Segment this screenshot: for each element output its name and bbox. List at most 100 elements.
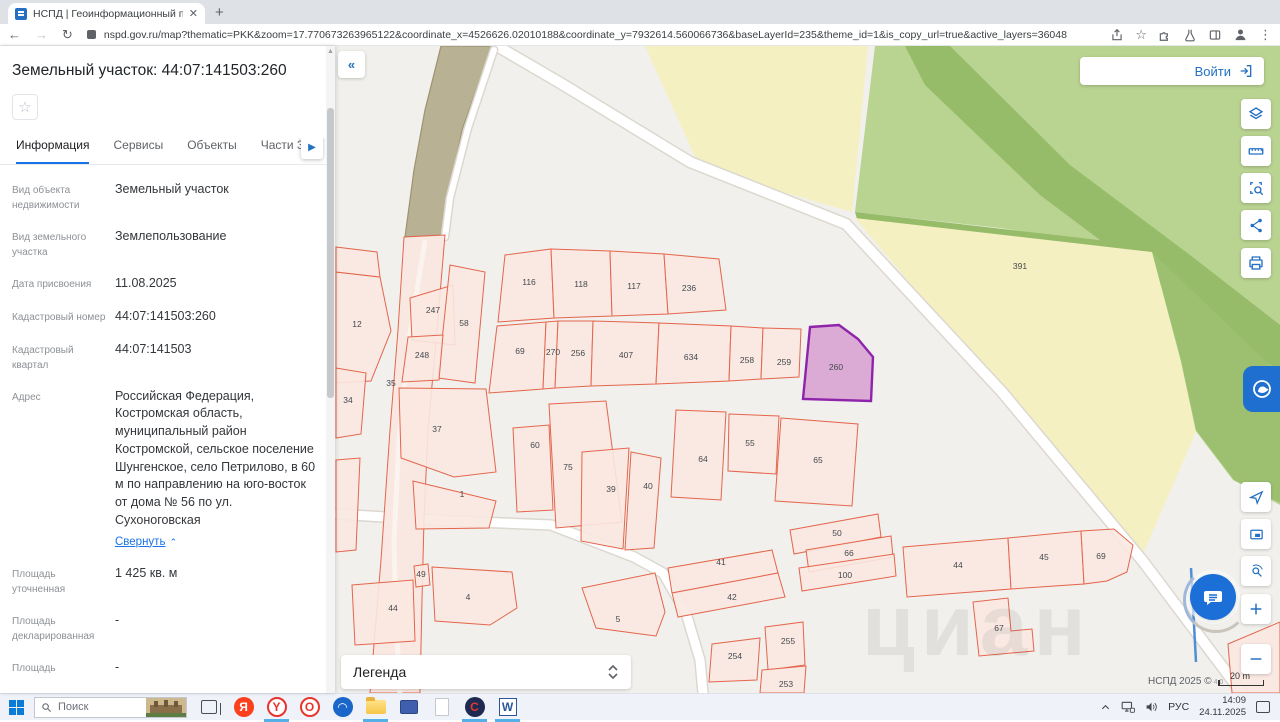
taskbar-app-document[interactable] — [431, 697, 452, 718]
parcel-label: 42 — [727, 592, 737, 602]
parcel[interactable] — [431, 566, 518, 626]
start-button[interactable] — [9, 699, 24, 715]
tab-close-icon[interactable]: ✕ — [189, 7, 198, 20]
legend-bar[interactable]: Легенда — [341, 655, 631, 689]
field-row: Площадь - — [12, 659, 321, 677]
field-row: Кадастровый номер 44:07:141503:260 — [12, 308, 321, 326]
parcel[interactable] — [764, 621, 806, 671]
measure-button[interactable] — [1241, 136, 1271, 166]
taskbar-app-opera[interactable]: O — [299, 697, 320, 718]
reload-icon[interactable]: ↻ — [62, 27, 73, 43]
site-security-icon[interactable] — [86, 30, 96, 39]
new-tab-button[interactable]: + — [215, 4, 224, 21]
taskbar-app-yandex-browser[interactable]: Y — [264, 697, 289, 722]
bookmark-star-icon[interactable]: ☆ — [1135, 27, 1147, 43]
parcel[interactable] — [512, 424, 554, 513]
taskbar-clock[interactable]: 14:09 24.11.2025 — [1199, 695, 1246, 719]
login-arrow-icon — [1240, 65, 1252, 77]
field-label: Площадь — [12, 663, 56, 675]
chat-assistant-button[interactable] — [1183, 567, 1249, 633]
parcel[interactable] — [728, 325, 764, 382]
collapse-panel-button[interactable]: « — [338, 51, 365, 78]
page-title: Земельный участок: 44:07:141503:260 — [12, 62, 287, 79]
share-icon[interactable] — [1110, 28, 1124, 42]
split-window-icon[interactable] — [1208, 28, 1222, 42]
map-canvas[interactable]: циан 116 118 117 236 69 270 256 407 634 258 259 260 1… — [335, 46, 1280, 693]
search-widget-image[interactable] — [146, 697, 186, 717]
scrollbar-up-icon[interactable]: ▲ — [327, 48, 334, 55]
parcel-label: 34 — [343, 395, 353, 405]
tab-2[interactable]: Сервисы — [113, 138, 163, 164]
field-label: Вид земельного участка — [12, 232, 87, 258]
field-label: Статус — [12, 692, 109, 693]
taskbar-app-word[interactable]: W — [495, 697, 520, 722]
browser-navbar: ← → ↻ nspd.gov.ru/map?thematic=PKK&zoom=… — [0, 24, 1280, 46]
parcel-label: 407 — [619, 350, 633, 360]
windows-taskbar: Поиск Я Y O ◠ C W РУС 14:09 24.11.2025 — [0, 693, 1280, 722]
parcel-label: 259 — [777, 357, 791, 367]
parcel-label: 45 — [1039, 552, 1049, 562]
minimap-button[interactable] — [1241, 519, 1271, 549]
assistant-mascot-tab[interactable] — [1243, 366, 1280, 412]
parcel-label: 37 — [432, 424, 442, 434]
field-row: Вид земельного участка Землепользование — [12, 228, 321, 260]
parcel-label: 258 — [740, 355, 754, 365]
favorite-star-button[interactable]: ☆ — [12, 94, 38, 120]
parcel[interactable] — [335, 457, 361, 553]
task-view-button[interactable] — [201, 700, 221, 715]
volume-icon[interactable] — [1145, 701, 1158, 713]
parcel-label: 40 — [643, 481, 653, 491]
extensions-puzzle-icon[interactable] — [1158, 28, 1172, 42]
zoom-out-button[interactable] — [1241, 644, 1271, 674]
tab-1[interactable]: Информация — [16, 138, 90, 164]
taskbar-search-input[interactable]: Поиск — [34, 696, 187, 718]
parcel[interactable] — [580, 447, 630, 550]
panel-scrollbar[interactable]: ▲ — [326, 46, 335, 693]
taskbar-app-consultant[interactable]: C — [462, 697, 487, 722]
field-value: 11.08.2025 — [115, 276, 177, 290]
login-button[interactable]: Войти — [1080, 57, 1264, 85]
network-display-icon[interactable] — [1121, 701, 1135, 713]
geolocation-button[interactable] — [1241, 482, 1271, 512]
field-value: Российская Федерация, Костромская област… — [115, 388, 321, 551]
forward-icon[interactable]: → — [35, 27, 48, 42]
taskbar-app-yandex[interactable]: Я — [233, 697, 254, 718]
notification-center-icon[interactable] — [1256, 701, 1270, 713]
menu-kebab-icon[interactable]: ⋮ — [1259, 27, 1272, 43]
scrollbar-thumb[interactable] — [327, 108, 334, 398]
field-row: Адрес Российская Федерация, Костромская о… — [12, 388, 321, 551]
collapse-address-link[interactable]: Свернуть ⌃ — [115, 534, 177, 550]
parcel[interactable] — [335, 246, 381, 278]
taskbar-app-browser-blue-swirl[interactable]: ◠ — [332, 697, 353, 718]
parcel[interactable] — [760, 327, 802, 380]
nspd-favicon-icon — [15, 7, 27, 20]
expand-collapse-icon[interactable] — [607, 664, 619, 680]
taskbar-app-pc-devices[interactable] — [398, 697, 419, 718]
plus-icon — [1250, 603, 1262, 615]
tabs-scroll-right-button[interactable]: ▶ — [301, 138, 323, 159]
back-icon[interactable]: ← — [8, 27, 21, 42]
profile-avatar-icon[interactable] — [1233, 27, 1248, 42]
file-explorer-icon — [365, 697, 386, 714]
language-indicator[interactable]: РУС — [1168, 701, 1189, 713]
minus-icon — [1250, 658, 1262, 660]
yandex-icon: Я — [233, 697, 254, 717]
lab-icon[interactable] — [1183, 28, 1197, 42]
url-text[interactable]: nspd.gov.ru/map?thematic=PKK&zoom=17.770… — [104, 29, 1109, 41]
print-button[interactable] — [1241, 248, 1271, 278]
select-area-button[interactable] — [1241, 173, 1271, 203]
parcel-label: 44 — [388, 603, 398, 613]
parcel-label: 66 — [844, 548, 854, 558]
parcel[interactable] — [351, 579, 416, 646]
clock-date: 24.11.2025 — [1199, 707, 1246, 718]
parcel[interactable] — [488, 321, 547, 394]
layers-button[interactable] — [1241, 99, 1271, 129]
map-viewport[interactable]: циан 116 118 117 236 69 270 256 407 634 258 259 260 1… — [335, 46, 1280, 693]
share-map-button[interactable] — [1241, 210, 1271, 240]
search-object-button[interactable] — [1241, 556, 1271, 586]
hidden-icons-chevron-icon[interactable] — [1100, 702, 1111, 713]
tab-3[interactable]: Объекты — [187, 138, 237, 164]
taskbar-app-file-explorer[interactable] — [363, 697, 388, 722]
browser-tab[interactable]: НСПД | Геоинформационный п ✕ — [8, 3, 205, 24]
parcel-label: 35 — [386, 378, 396, 388]
